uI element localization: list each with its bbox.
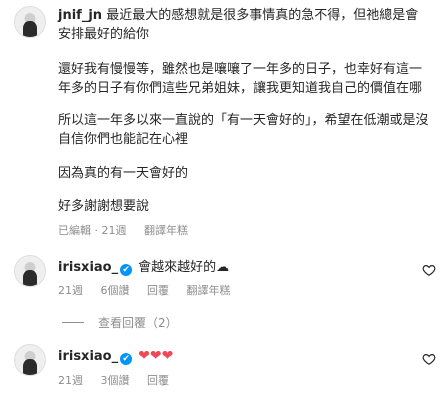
comment-username[interactable]: jnif_jn bbox=[58, 8, 102, 23]
reply-age: 21週 bbox=[58, 374, 83, 387]
avatar[interactable] bbox=[14, 344, 46, 376]
comment-text: 最近最大的感想就是很多事情真的急不得，但祂總是會安排最好的給你 bbox=[58, 8, 419, 42]
reply-username[interactable]: irisxiao_ bbox=[58, 349, 118, 364]
comment-paragraph: 還好我有慢慢等，雖然也是嚷嚷了一年多的日子，也幸好有這一年多的日子有你們這些兄弟… bbox=[58, 62, 423, 96]
verified-icon: ✔ bbox=[120, 353, 133, 365]
avatar[interactable] bbox=[14, 6, 46, 38]
view-replies-button[interactable]: 查看回覆（2） bbox=[62, 314, 178, 331]
comment-first-line: jnif_jn 最近最大的感想就是很多事情真的急不得，但祂總是會安排最好的給你 bbox=[58, 6, 430, 44]
divider-line bbox=[62, 322, 84, 323]
reply-text: 會越來越好的 bbox=[138, 260, 217, 275]
avatar[interactable] bbox=[14, 255, 46, 287]
reply-username[interactable]: irisxiao_ bbox=[58, 260, 118, 275]
red-heart-icons: ❤❤❤ bbox=[138, 348, 174, 364]
view-replies-label: 查看回覆（2） bbox=[98, 316, 178, 330]
comment-paragraph: 好多謝謝想要說 bbox=[58, 199, 150, 214]
comment-paragraph: 因為真的有一天會好的 bbox=[58, 166, 189, 181]
reply-button[interactable]: 回覆 bbox=[147, 284, 169, 297]
verified-icon: ✔ bbox=[120, 264, 133, 276]
reply-line: irisxiao_ ✔ 會越來越好的☁ bbox=[58, 258, 229, 277]
translate-link[interactable]: 翻譯年糕 bbox=[144, 224, 188, 237]
reply-likes[interactable]: 3個讚 bbox=[101, 374, 130, 387]
heart-outline-icon[interactable] bbox=[422, 263, 436, 277]
reply-button[interactable]: 回覆 bbox=[147, 374, 169, 387]
reply-meta: 21週 6個讚 回覆 翻譯年糕 bbox=[58, 282, 245, 298]
comment-edited-time: 已編輯 · 21週 bbox=[58, 224, 127, 237]
translate-link[interactable]: 翻譯年糕 bbox=[187, 284, 231, 297]
cloud-icon: ☁ bbox=[216, 260, 230, 275]
comment-meta: 已編輯 · 21週 翻譯年糕 bbox=[58, 222, 202, 238]
reply-meta: 21週 3個讚 回覆 bbox=[58, 372, 183, 388]
reply-age: 21週 bbox=[58, 284, 83, 297]
reply-likes[interactable]: 6個讚 bbox=[101, 284, 130, 297]
heart-outline-icon[interactable] bbox=[422, 352, 436, 366]
comment-paragraph: 所以這一年多以來一直說的「有一天會好的」，希望在低潮或是沒自信你們也能記在心裡 bbox=[58, 113, 429, 147]
reply-line: irisxiao_ ✔ ❤❤❤ bbox=[58, 347, 175, 366]
